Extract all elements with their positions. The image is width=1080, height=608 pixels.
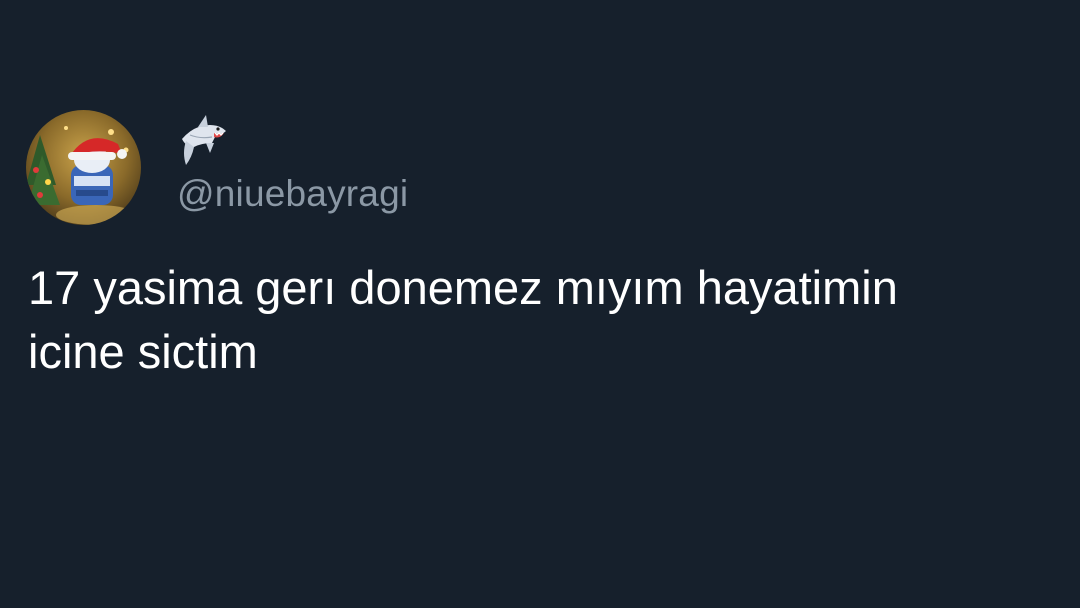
tweet-text-line: 17 yasima gerı donemez mıyım hayatimin [28,261,898,314]
avatar-image [26,110,141,225]
shark-emoji-icon [176,113,230,167]
tweet-text: 17 yasima gerı donemez mıyım hayatimin i… [28,256,1038,384]
avatar[interactable] [26,110,141,225]
author-handle[interactable]: @niuebayragi [177,172,408,216]
tweet-card: @niuebayragi 17 yasima gerı donemez mıyı… [0,0,1080,608]
tweet-text-line: icine sictim [28,325,258,378]
